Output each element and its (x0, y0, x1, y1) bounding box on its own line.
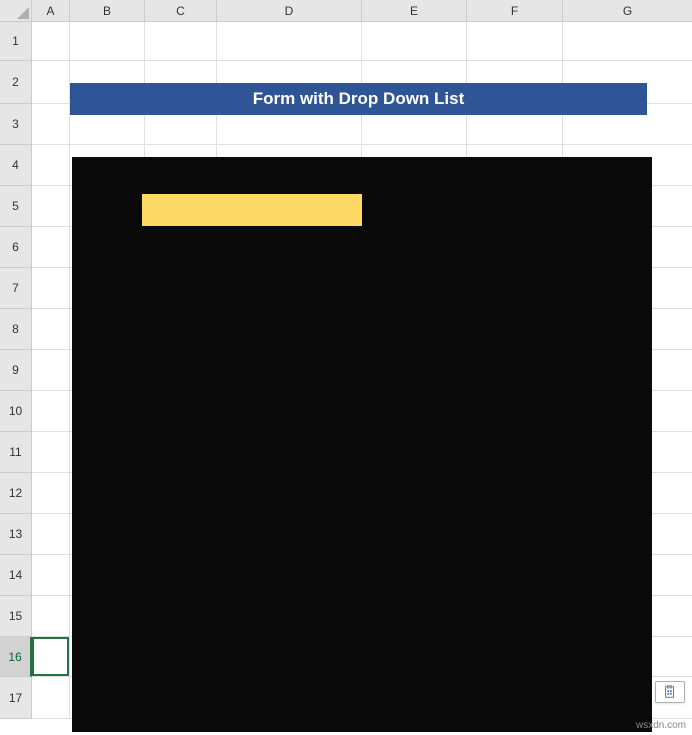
row-headers-column: 1234567891011121314151617 (0, 0, 32, 735)
cell[interactable] (563, 22, 692, 61)
row-header-7[interactable]: 7 (0, 268, 32, 309)
row-header-6[interactable]: 6 (0, 227, 32, 268)
cell[interactable] (32, 391, 70, 432)
row-header-10[interactable]: 10 (0, 391, 32, 432)
col-header-E[interactable]: E (362, 0, 467, 22)
paste-options-button[interactable] (655, 681, 685, 703)
row-header-15[interactable]: 15 (0, 596, 32, 637)
cell[interactable] (32, 22, 70, 61)
cell[interactable] (32, 637, 70, 677)
clipboard-icon (663, 685, 677, 699)
row-header-8[interactable]: 8 (0, 309, 32, 350)
cell[interactable] (32, 473, 70, 514)
cell[interactable] (145, 22, 217, 61)
row-header-3[interactable]: 3 (0, 104, 32, 145)
cell[interactable] (32, 555, 70, 596)
watermark: wsxdn.com (636, 720, 686, 731)
row-header-11[interactable]: 11 (0, 432, 32, 473)
row-header-13[interactable]: 13 (0, 514, 32, 555)
col-header-B[interactable]: B (70, 0, 145, 22)
cell[interactable] (32, 145, 70, 186)
col-header-C[interactable]: C (145, 0, 217, 22)
row-header-9[interactable]: 9 (0, 350, 32, 391)
column-section: ABCDEFG Form with Drop Down List (32, 0, 692, 735)
cell[interactable] (467, 22, 563, 61)
row-header-16[interactable]: 16 (0, 637, 32, 677)
row-header-2[interactable]: 2 (0, 61, 32, 104)
select-all-corner[interactable] (0, 0, 32, 22)
cell-row (32, 22, 692, 61)
form-panel (72, 157, 652, 732)
cell[interactable] (70, 22, 145, 61)
col-header-D[interactable]: D (217, 0, 362, 22)
col-header-A[interactable]: A (32, 0, 70, 22)
cell[interactable] (362, 22, 467, 61)
cell[interactable] (32, 186, 70, 227)
row-header-4[interactable]: 4 (0, 145, 32, 186)
cell[interactable] (32, 61, 70, 104)
cell[interactable] (32, 514, 70, 555)
row-header-17[interactable]: 17 (0, 677, 32, 719)
cell[interactable] (32, 227, 70, 268)
title-banner: Form with Drop Down List (70, 83, 647, 115)
column-headers-row: ABCDEFG (32, 0, 692, 22)
row-header-12[interactable]: 12 (0, 473, 32, 514)
spreadsheet-grid: 1234567891011121314151617 ABCDEFG Form w… (0, 0, 692, 735)
cell[interactable] (32, 104, 70, 145)
row-header-1[interactable]: 1 (0, 22, 32, 61)
cell[interactable] (32, 432, 70, 473)
col-header-F[interactable]: F (467, 0, 563, 22)
row-header-14[interactable]: 14 (0, 555, 32, 596)
cell[interactable] (217, 22, 362, 61)
row-header-5[interactable]: 5 (0, 186, 32, 227)
cell[interactable] (32, 677, 70, 719)
cell[interactable] (32, 268, 70, 309)
cell[interactable] (32, 596, 70, 637)
cell[interactable] (32, 350, 70, 391)
title-banner-text: Form with Drop Down List (253, 89, 465, 109)
cells-area[interactable]: Form with Drop Down List (32, 22, 692, 735)
col-header-G[interactable]: G (563, 0, 692, 22)
cell[interactable] (32, 309, 70, 350)
form-highlighted-field[interactable] (142, 194, 362, 226)
